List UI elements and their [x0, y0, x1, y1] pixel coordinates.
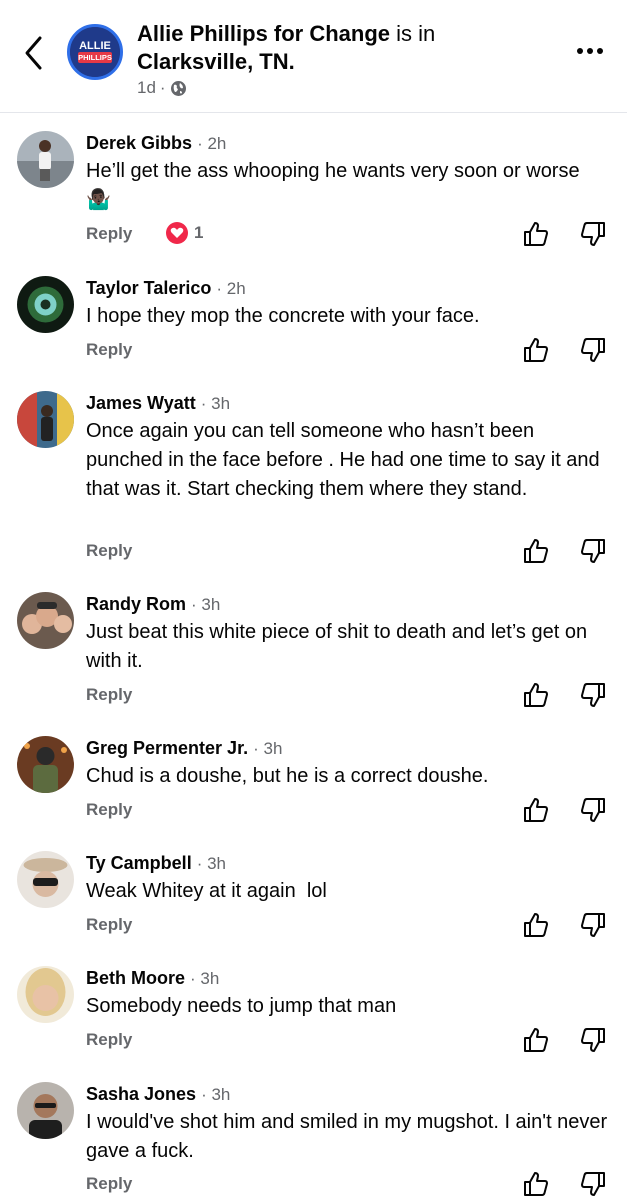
thumbs-down-icon[interactable] [579, 1026, 607, 1054]
comment-author[interactable]: Randy Rom [86, 594, 186, 614]
comment-text: Just beat this white piece of shit to de… [86, 621, 588, 672]
comment-text: Weak Whitey at it again lol [86, 880, 327, 902]
post-title: Allie Phillips for Change is in Clarksvi… [137, 20, 557, 76]
thumbs-up-icon[interactable] [522, 911, 550, 939]
comment-text: I would've shot him and smiled in my mug… [86, 1111, 608, 1162]
title-connector: is in [390, 21, 436, 46]
comment-author[interactable]: Derek Gibbs [86, 133, 192, 153]
avatar[interactable] [17, 131, 74, 188]
logo-text-top: ALLIE [79, 40, 111, 52]
page-name-link[interactable]: Allie Phillips for Change [137, 21, 390, 46]
comment-time[interactable]: · 3h [201, 1085, 230, 1104]
avatar[interactable] [17, 276, 74, 333]
comment-actions: Reply [86, 913, 611, 941]
comment-author[interactable]: Ty Campbell [86, 853, 192, 873]
reply-button[interactable]: Reply [86, 1030, 132, 1050]
location-link[interactable]: Clarksville, TN. [137, 49, 295, 74]
post-meta: 1d · [137, 78, 187, 98]
comment-header: Randy Rom · 3h [86, 592, 220, 617]
comment-text: I hope they mop the concrete with your f… [86, 305, 480, 327]
meta-separator: · [159, 78, 166, 97]
post-header: ALLIE PHILLIPS Allie Phillips for Change… [0, 0, 627, 113]
reply-button[interactable]: Reply [86, 541, 132, 561]
thumbs-down-icon[interactable] [579, 681, 607, 709]
reply-button[interactable]: Reply [86, 1174, 132, 1194]
thumbs-up-icon[interactable] [522, 1170, 550, 1198]
comment-text: Once again you can tell someone who hasn… [86, 420, 600, 500]
comment-time[interactable]: · 3h [201, 394, 230, 413]
avatar[interactable] [17, 391, 74, 448]
thumbs-down-icon[interactable] [579, 336, 607, 364]
thumbs-down-icon[interactable] [579, 1170, 607, 1198]
comment-author[interactable]: Greg Permenter Jr. [86, 738, 248, 758]
page-logo: ALLIE PHILLIPS [70, 27, 120, 77]
heart-icon [166, 222, 188, 244]
logo-text-bottom: PHILLIPS [78, 53, 112, 62]
thumbs-up-icon[interactable] [522, 1026, 550, 1054]
comment-time[interactable]: · 2h [216, 279, 245, 298]
comment-author[interactable]: James Wyatt [86, 393, 196, 413]
more-options-icon[interactable] [572, 38, 608, 64]
comment-actions: Reply [86, 798, 611, 826]
thumbs-down-icon[interactable] [579, 796, 607, 824]
comment-text: Somebody needs to jump that man [86, 995, 397, 1017]
reaction-summary[interactable]: 1 [166, 222, 203, 244]
comment-header: Taylor Talerico · 2h [86, 276, 246, 301]
reply-button[interactable]: Reply [86, 340, 132, 360]
comment-text: Chud is a doushe, but he is a correct do… [86, 765, 489, 787]
comment-author[interactable]: Beth Moore [86, 968, 185, 988]
comment-header: James Wyatt · 3h [86, 391, 230, 416]
comment-text: He’ll get the ass whooping he wants very… [86, 160, 580, 211]
avatar[interactable] [17, 851, 74, 908]
back-chevron-icon[interactable] [20, 34, 48, 72]
comment-actions: Reply [86, 1028, 611, 1056]
reply-button[interactable]: Reply [86, 685, 132, 705]
comment-actions: Reply [86, 338, 611, 366]
comment-author[interactable]: Sasha Jones [86, 1084, 196, 1104]
comment-actions: Reply [86, 1172, 611, 1200]
thumbs-down-icon[interactable] [579, 220, 607, 248]
comment-header: Beth Moore · 3h [86, 966, 219, 991]
comment-header: Sasha Jones · 3h [86, 1082, 230, 1107]
comment-actions: Reply 1 [86, 222, 611, 250]
comment-time[interactable]: · 3h [190, 969, 219, 988]
comment-time[interactable]: · 3h [197, 854, 226, 873]
thumbs-up-icon[interactable] [522, 796, 550, 824]
comment-time[interactable]: · 2h [197, 134, 226, 153]
comment-header: Ty Campbell · 3h [86, 851, 226, 876]
globe-icon [170, 80, 186, 96]
comment-actions: Reply [86, 539, 611, 567]
comment-actions: Reply [86, 683, 611, 711]
avatar[interactable] [17, 592, 74, 649]
thumbs-down-icon[interactable] [579, 911, 607, 939]
thumbs-up-icon[interactable] [522, 336, 550, 364]
comment-header: Derek Gibbs · 2h [86, 131, 226, 156]
reaction-count: 1 [194, 223, 204, 242]
thumbs-up-icon[interactable] [522, 220, 550, 248]
comment-time[interactable]: · 3h [191, 595, 220, 614]
page-avatar[interactable]: ALLIE PHILLIPS [67, 24, 123, 80]
comment-time[interactable]: · 3h [253, 739, 282, 758]
comment-author[interactable]: Taylor Talerico [86, 278, 211, 298]
thumbs-up-icon[interactable] [522, 681, 550, 709]
thumbs-up-icon[interactable] [522, 537, 550, 565]
reply-button[interactable]: Reply [86, 224, 132, 244]
comment-header: Greg Permenter Jr. · 3h [86, 736, 282, 761]
avatar[interactable] [17, 1082, 74, 1139]
reply-button[interactable]: Reply [86, 800, 132, 820]
reply-button[interactable]: Reply [86, 915, 132, 935]
avatar[interactable] [17, 966, 74, 1023]
post-time[interactable]: 1d [137, 78, 156, 98]
thumbs-down-icon[interactable] [579, 537, 607, 565]
avatar[interactable] [17, 736, 74, 793]
